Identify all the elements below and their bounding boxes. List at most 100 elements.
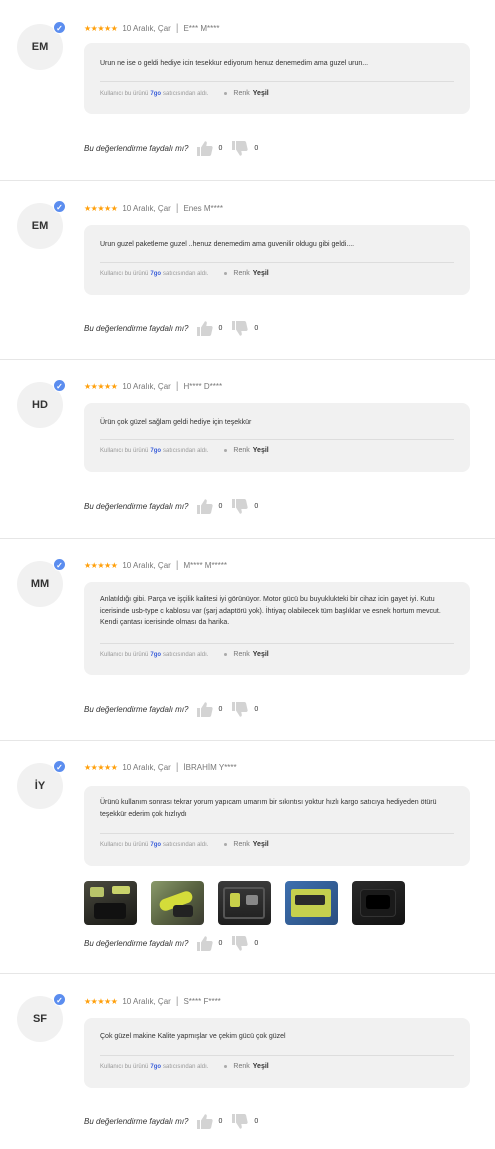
verified-badge-icon: ✓ <box>53 993 66 1006</box>
helpful-question: Bu değerlendirme faydalı mı? <box>84 1116 189 1126</box>
verified-badge-icon: ✓ <box>53 558 66 571</box>
avatar-initials: HD <box>32 399 48 411</box>
thumbs-down-icon[interactable] <box>232 498 249 514</box>
review-meta: ★★★★★ 10 Aralık, Çar | M**** M***** <box>84 559 228 571</box>
like-count: 0 <box>218 324 223 332</box>
rating-stars: ★★★★★ <box>84 762 118 772</box>
dislike-count: 0 <box>254 939 259 947</box>
review-photo[interactable] <box>218 881 271 925</box>
thumbs-down-icon[interactable] <box>232 935 249 951</box>
review-meta: ★★★★★ 10 Aralık, Çar | S**** F**** <box>84 995 221 1007</box>
color-value: Yeşil <box>252 90 269 97</box>
review-author: H**** D**** <box>183 381 223 391</box>
helpful-question: Bu değerlendirme faydalı mı? <box>84 143 189 153</box>
review-date: 10 Aralık, Çar <box>122 762 171 772</box>
review-card: İY ✓ ★★★★★ 10 Aralık, Çar | İBRAHİM Y***… <box>0 740 495 973</box>
review-card: MM ✓ ★★★★★ 10 Aralık, Çar | M**** M*****… <box>0 538 495 740</box>
dislike-count: 0 <box>254 502 259 510</box>
avatar-initials: EM <box>31 220 49 232</box>
avatar: İY ✓ <box>17 760 66 809</box>
thumbs-up-icon[interactable] <box>196 1113 213 1129</box>
seller-link[interactable]: 7go <box>150 271 161 277</box>
seller-info: Kullanıcı bu ürünü 7go satıcısından aldı… <box>100 447 269 454</box>
review-meta: ★★★★★ 10 Aralık, Çar | İBRAHİM Y**** <box>84 761 237 773</box>
review-author: E*** M**** <box>183 23 220 33</box>
review-text: Urun guzel paketleme guzel ..henuz denem… <box>100 241 355 248</box>
review-bubble: Anlatıldığı gibi. Parça ve işçilik kalit… <box>84 582 470 675</box>
divider <box>100 643 454 644</box>
review-bubble: Urun guzel paketleme guzel ..henuz denem… <box>84 225 470 295</box>
review-bubble: Çok güzel makine Kalite yapmışlar ve çek… <box>84 1018 470 1088</box>
color-value: Yeşil <box>252 447 269 454</box>
seller-link[interactable]: 7go <box>150 842 161 848</box>
review-author: Enes M**** <box>183 203 224 213</box>
helpful-row: Bu değerlendirme faydalı mı? 0 0 <box>84 140 268 156</box>
dislike-count: 0 <box>254 1117 259 1125</box>
review-bubble: Ürünü kullanım sonrası tekrar yorum yapı… <box>84 786 470 866</box>
like-count: 0 <box>218 502 223 510</box>
review-author: M**** M***** <box>183 560 228 570</box>
avatar: HD ✓ <box>17 379 66 428</box>
avatar: MM ✓ <box>17 558 66 607</box>
review-photo[interactable] <box>352 881 405 925</box>
review-date: 10 Aralık, Çar <box>122 381 171 391</box>
review-text: Ürünü kullanım sonrası tekrar yorum yapı… <box>100 799 437 818</box>
review-bubble: Ürün çok güzel sağlam geldi hediye için … <box>84 403 470 472</box>
thumbs-down-icon[interactable] <box>232 1113 249 1129</box>
thumbs-down-icon[interactable] <box>232 320 249 336</box>
thumbs-up-icon[interactable] <box>196 498 213 514</box>
divider <box>100 1055 454 1056</box>
thumbs-up-icon[interactable] <box>196 935 213 951</box>
verified-badge-icon: ✓ <box>53 760 66 773</box>
verified-badge-icon: ✓ <box>53 200 66 213</box>
seller-info: Kullanıcı bu ürünü 7go satıcısından aldı… <box>100 270 269 277</box>
rating-stars: ★★★★★ <box>84 23 118 33</box>
avatar: EM ✓ <box>17 200 66 249</box>
review-date: 10 Aralık, Çar <box>122 23 171 33</box>
seller-link[interactable]: 7go <box>150 1064 161 1070</box>
seller-link[interactable]: 7go <box>150 448 161 454</box>
thumbs-up-icon[interactable] <box>196 701 213 717</box>
rating-stars: ★★★★★ <box>84 203 118 213</box>
helpful-row: Bu değerlendirme faydalı mı? 0 0 <box>84 498 268 514</box>
dislike-count: 0 <box>254 144 259 152</box>
rating-stars: ★★★★★ <box>84 560 118 570</box>
helpful-question: Bu değerlendirme faydalı mı? <box>84 501 189 511</box>
review-card: HD ✓ ★★★★★ 10 Aralık, Çar | H**** D**** … <box>0 359 495 538</box>
rating-stars: ★★★★★ <box>84 381 118 391</box>
review-date: 10 Aralık, Çar <box>122 203 171 213</box>
divider <box>100 833 454 834</box>
helpful-row: Bu değerlendirme faydalı mı? 0 0 <box>84 701 268 717</box>
like-count: 0 <box>218 144 223 152</box>
review-card: EM ✓ ★★★★★ 10 Aralık, Çar | E*** M**** U… <box>0 0 495 180</box>
color-value: Yeşil <box>252 651 269 658</box>
seller-link[interactable]: 7go <box>150 91 161 97</box>
seller-info: Kullanıcı bu ürünü 7go satıcısından aldı… <box>100 90 269 97</box>
like-count: 0 <box>218 705 223 713</box>
thumbs-down-icon[interactable] <box>232 701 249 717</box>
helpful-row: Bu değerlendirme faydalı mı? 0 0 <box>84 320 268 336</box>
seller-link[interactable]: 7go <box>150 652 161 658</box>
seller-info: Kullanıcı bu ürünü 7go satıcısından aldı… <box>100 1063 269 1070</box>
review-photo[interactable] <box>285 881 338 925</box>
verified-badge-icon: ✓ <box>53 21 66 34</box>
review-photo[interactable] <box>84 881 137 925</box>
avatar-initials: İY <box>34 780 46 792</box>
verified-badge-icon: ✓ <box>53 379 66 392</box>
dislike-count: 0 <box>254 705 259 713</box>
helpful-row: Bu değerlendirme faydalı mı? 0 0 <box>84 935 268 951</box>
review-date: 10 Aralık, Çar <box>122 996 171 1006</box>
seller-info: Kullanıcı bu ürünü 7go satıcısından aldı… <box>100 841 269 848</box>
avatar: EM ✓ <box>17 21 66 70</box>
thumbs-down-icon[interactable] <box>232 140 249 156</box>
review-meta: ★★★★★ 10 Aralık, Çar | H**** D**** <box>84 380 223 392</box>
review-text: Anlatıldığı gibi. Parça ve işçilik kalit… <box>100 596 441 626</box>
avatar-initials: MM <box>30 578 50 590</box>
thumbs-up-icon[interactable] <box>196 320 213 336</box>
divider <box>100 439 454 440</box>
avatar-initials: EM <box>31 41 49 53</box>
thumbs-up-icon[interactable] <box>196 140 213 156</box>
color-value: Yeşil <box>252 1063 269 1070</box>
review-photo[interactable] <box>151 881 204 925</box>
review-bubble: Urun ne ise o geldi hediye icin tesekkur… <box>84 43 470 114</box>
